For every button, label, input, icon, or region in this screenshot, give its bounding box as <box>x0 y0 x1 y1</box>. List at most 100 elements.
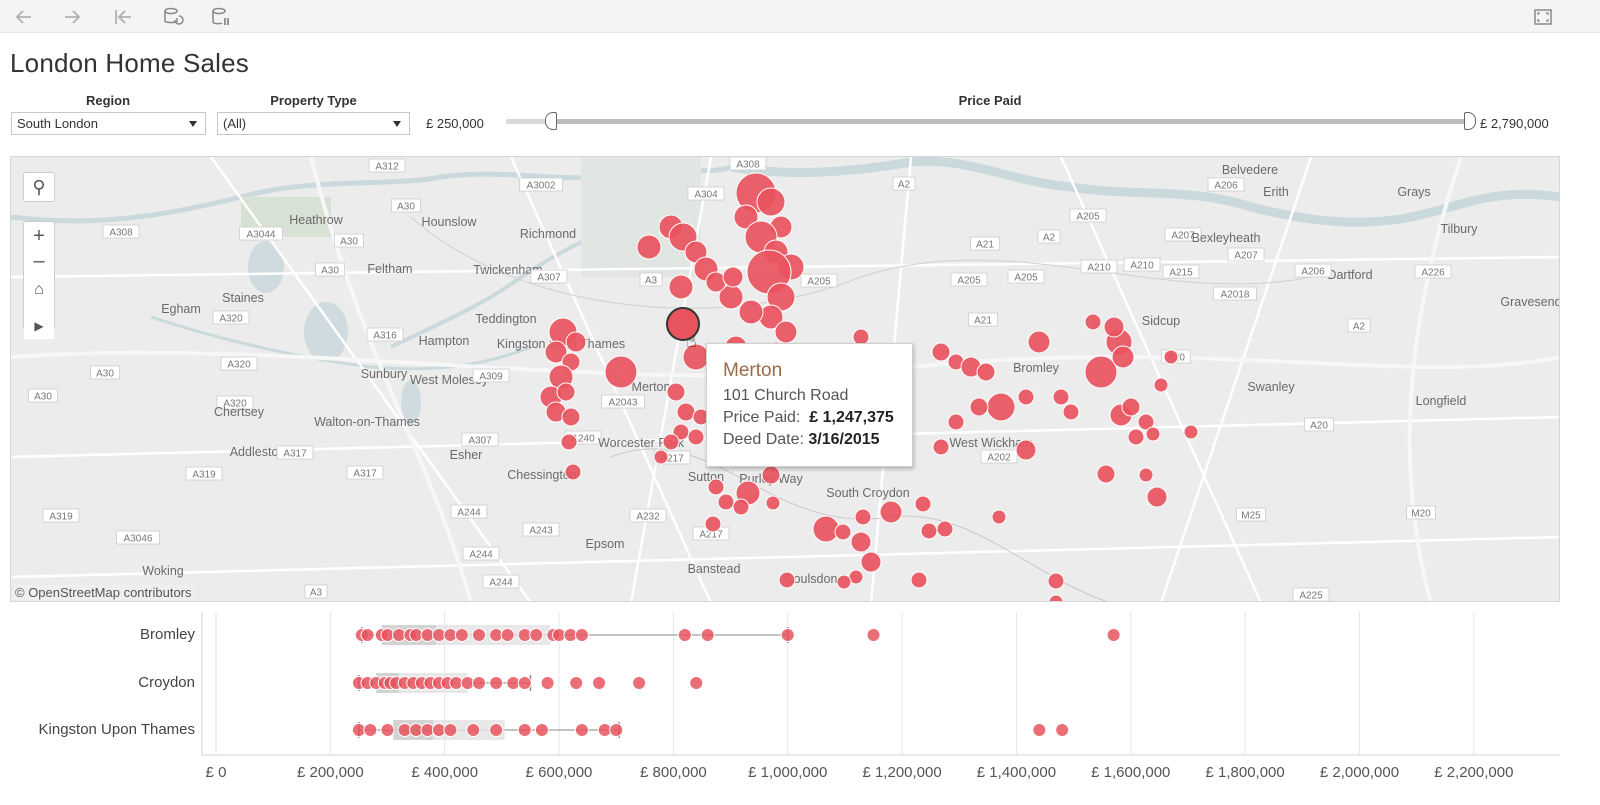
price-point[interactable] <box>609 723 624 737</box>
price-point[interactable] <box>517 723 532 737</box>
sale-dot[interactable] <box>1017 388 1035 406</box>
forward-icon[interactable] <box>60 6 84 28</box>
home-icon[interactable]: ⌂ <box>24 277 54 303</box>
sale-dot[interactable] <box>1153 377 1169 393</box>
sale-dot[interactable] <box>738 299 764 325</box>
price-slider-max-handle[interactable] <box>1464 112 1476 130</box>
price-point[interactable] <box>592 676 607 690</box>
sale-dot[interactable] <box>761 465 781 485</box>
sale-dot[interactable] <box>1121 397 1141 417</box>
sale-dot[interactable] <box>561 407 581 427</box>
pause-icon[interactable] <box>209 6 233 28</box>
refresh-icon[interactable] <box>161 6 185 28</box>
price-point[interactable] <box>569 676 584 690</box>
sale-dot[interactable] <box>936 520 954 538</box>
sale-dot[interactable] <box>732 498 750 516</box>
sale-dot[interactable] <box>1047 572 1065 590</box>
sale-dot[interactable] <box>778 571 796 589</box>
sale-dot[interactable] <box>1145 426 1161 442</box>
price-point[interactable] <box>1032 723 1047 737</box>
sale-dot[interactable] <box>1084 313 1102 331</box>
price-point[interactable] <box>540 676 555 690</box>
price-point[interactable] <box>500 628 515 642</box>
sale-dot[interactable] <box>1183 424 1199 440</box>
sale-dot[interactable] <box>879 500 903 524</box>
price-point[interactable] <box>780 628 795 642</box>
sale-dot[interactable] <box>1111 345 1135 369</box>
sale-dot[interactable] <box>604 355 638 389</box>
sale-dot[interactable] <box>931 342 951 362</box>
sale-dot[interactable] <box>676 402 696 422</box>
sale-dot[interactable] <box>1052 388 1070 406</box>
sale-dot[interactable] <box>687 428 705 446</box>
sale-dot[interactable] <box>765 495 781 511</box>
sale-dot[interactable] <box>836 574 852 590</box>
sale-dot[interactable] <box>986 392 1016 422</box>
price-slider-min-handle[interactable] <box>545 112 557 130</box>
sale-dot[interactable] <box>662 433 680 451</box>
price-point[interactable] <box>677 628 692 642</box>
price-point[interactable] <box>466 723 481 737</box>
sale-dot[interactable] <box>560 433 578 451</box>
price-point[interactable] <box>700 628 715 642</box>
price-point[interactable] <box>689 676 704 690</box>
price-point[interactable] <box>454 628 469 642</box>
sale-dot[interactable] <box>1027 330 1051 354</box>
sale-dot[interactable] <box>969 397 989 417</box>
price-point[interactable] <box>363 723 378 737</box>
sale-dot[interactable] <box>976 362 996 382</box>
sale-dot[interactable] <box>834 523 852 541</box>
sale-dot[interactable] <box>1163 349 1179 365</box>
zoom-in-icon[interactable]: + <box>24 223 54 249</box>
sale-dot[interactable] <box>666 382 686 402</box>
sale-dot[interactable] <box>914 495 932 513</box>
price-point[interactable] <box>443 723 458 737</box>
price-point[interactable] <box>534 723 549 737</box>
price-point[interactable] <box>472 628 486 642</box>
sale-dot[interactable] <box>910 571 928 589</box>
sale-dot[interactable] <box>636 234 662 260</box>
price-point[interactable] <box>517 676 532 690</box>
sale-dot[interactable] <box>1096 464 1116 484</box>
sale-dot[interactable] <box>565 331 587 353</box>
price-point[interactable] <box>472 676 486 690</box>
sale-dot[interactable] <box>947 413 965 431</box>
search-icon[interactable]: ⚲ <box>23 172 55 202</box>
sale-dot[interactable] <box>722 266 744 288</box>
price-point[interactable] <box>574 628 589 642</box>
sale-dot[interactable] <box>860 551 882 573</box>
sale-dot[interactable] <box>1062 403 1080 421</box>
revert-icon[interactable] <box>111 6 135 28</box>
sale-dot[interactable] <box>653 449 669 465</box>
sale-dot[interactable] <box>556 382 576 402</box>
price-point[interactable] <box>380 723 395 737</box>
play-icon[interactable]: ▶ <box>24 313 54 339</box>
price-point[interactable] <box>866 628 881 642</box>
zoom-out-icon[interactable]: – <box>24 249 54 275</box>
fullscreen-icon[interactable] <box>1531 6 1555 28</box>
sale-dot[interactable] <box>1146 486 1168 508</box>
sale-dot[interactable] <box>1127 428 1145 446</box>
sale-dot[interactable] <box>1138 467 1154 483</box>
sale-dot[interactable] <box>564 463 582 481</box>
sale-dot[interactable] <box>704 515 722 533</box>
sale-dot[interactable] <box>991 509 1007 525</box>
back-icon[interactable] <box>12 6 36 28</box>
price-point[interactable] <box>1055 723 1070 737</box>
price-point[interactable] <box>1106 628 1121 642</box>
sale-dot[interactable] <box>1103 316 1125 338</box>
sale-dot[interactable] <box>932 438 950 456</box>
sale-dot[interactable] <box>756 187 786 217</box>
region-select[interactable]: South London <box>11 112 206 135</box>
sale-dot[interactable] <box>1015 439 1037 461</box>
sale-dot[interactable] <box>668 274 694 300</box>
sale-dot[interactable] <box>920 522 938 540</box>
price-point[interactable] <box>489 723 504 737</box>
sale-dot[interactable] <box>717 493 735 511</box>
price-point[interactable] <box>574 723 589 737</box>
property-type-select[interactable]: (All) <box>217 112 410 135</box>
price-point[interactable] <box>360 628 375 642</box>
sale-dot[interactable] <box>854 508 872 526</box>
sale-dot[interactable] <box>850 531 872 553</box>
price-point[interactable] <box>489 676 504 690</box>
